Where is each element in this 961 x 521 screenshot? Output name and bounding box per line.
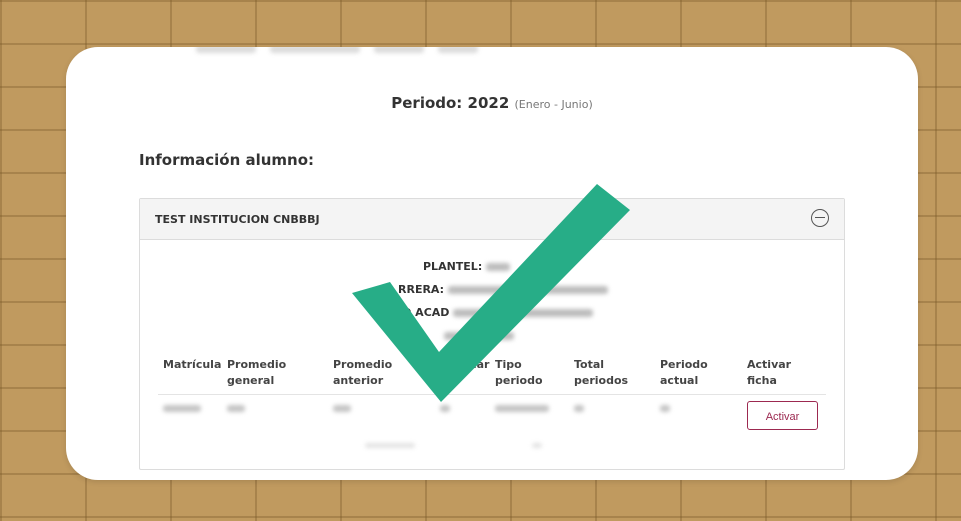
col-total-periodos: Total periodos [574, 358, 629, 387]
carrera-label: RRERA: [398, 283, 445, 296]
col-regular: ular [465, 358, 490, 371]
promedio-anterior-cell-blurred [333, 405, 351, 412]
periodo-actual-cell-blurred [660, 405, 670, 412]
total-periodos-cell-blurred [574, 405, 584, 412]
table-divider [158, 394, 826, 395]
institution-panel: TEST INSTITUCION CNBBBJ PLANTEL: RRERA: … [139, 198, 845, 470]
faded-pagination [365, 443, 415, 448]
period-range: (Enero - Junio) [514, 98, 593, 111]
academico-label: O ACAD [402, 306, 450, 319]
period-label: Periodo: 2022 [391, 94, 510, 112]
plantel-row: PLANTEL: [423, 260, 511, 273]
carrera-value-blurred [448, 286, 609, 294]
panel-header[interactable]: TEST INSTITUCION CNBBBJ [140, 199, 844, 240]
period-heading: Periodo: 2022 (Enero - Junio) [66, 94, 918, 112]
section-title: Información alumno: [139, 151, 315, 169]
matricula-cell-blurred [163, 405, 201, 412]
institution-name: TEST INSTITUCION CNBBBJ [155, 213, 320, 226]
activar-button[interactable]: Activar [747, 401, 818, 430]
col-activar-ficha: Activar ficha [747, 358, 792, 387]
col-matricula: Matrícula [163, 358, 222, 371]
clipped-header-text [196, 47, 516, 53]
faded-pagination-end [532, 443, 542, 448]
plantel-value-blurred [486, 263, 511, 271]
plantel-label: PLANTEL: [423, 260, 483, 273]
col-periodo-actual: Periodo actual [660, 358, 708, 387]
promedio-general-cell-blurred [227, 405, 245, 412]
student-info-card: Periodo: 2022 (Enero - Junio) Informació… [66, 47, 918, 480]
status-row [440, 329, 514, 342]
col-promedio-anterior: Promedio anterior [333, 358, 393, 387]
status-value-blurred [444, 332, 514, 340]
col-tipo-periodo: Tipo periodo [495, 358, 543, 387]
carrera-row: RRERA: [398, 283, 609, 296]
academico-value-blurred [453, 309, 594, 317]
col-promedio-general: Promedio general [227, 358, 287, 387]
academico-row: O ACAD [402, 306, 594, 319]
tipo-periodo-cell-blurred [495, 405, 549, 412]
minus-circle-icon[interactable] [811, 209, 829, 227]
regular-cell-blurred [440, 405, 450, 412]
